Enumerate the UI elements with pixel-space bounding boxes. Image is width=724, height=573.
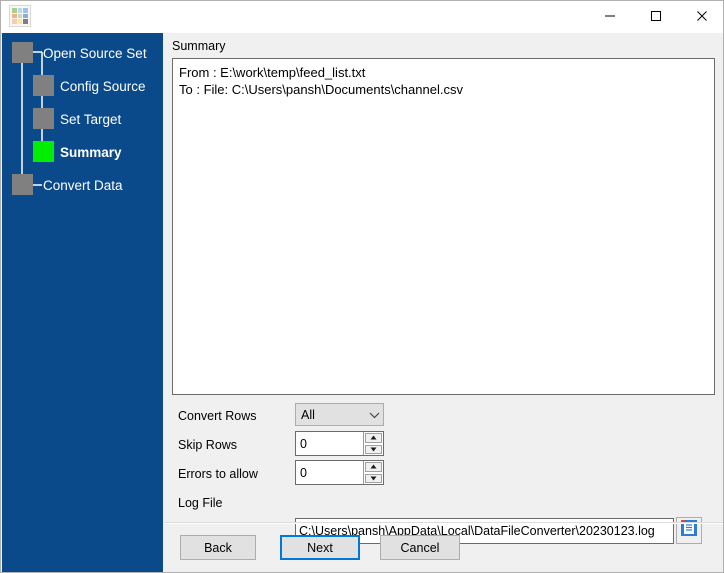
app-icon: [9, 5, 31, 27]
step-node-1: [33, 75, 54, 96]
errors-to-allow-label: Errors to allow: [178, 467, 258, 481]
spin-up-icon[interactable]: [365, 462, 382, 472]
sidebar-item-set-target[interactable]: Set Target: [60, 113, 121, 127]
maximize-icon[interactable]: [633, 1, 679, 31]
convert-rows-select[interactable]: All: [295, 403, 384, 426]
title-bar: [1, 1, 723, 33]
spin-down-icon[interactable]: [365, 444, 382, 454]
summary-line-from: From : E:\work\temp\feed_list.txt: [179, 65, 366, 80]
summary-group-label: Summary: [172, 39, 226, 53]
errors-to-allow-spin-buttons[interactable]: [363, 461, 383, 484]
button-row: Back Next Cancel: [164, 532, 723, 572]
skip-rows-spin-buttons[interactable]: [363, 432, 383, 455]
back-button[interactable]: Back: [180, 535, 256, 560]
errors-to-allow-stepper[interactable]: 0: [295, 460, 384, 485]
sidebar-item-config-source[interactable]: Config Source: [60, 80, 146, 94]
step-node-2: [33, 108, 54, 129]
errors-to-allow-value: 0: [300, 465, 307, 480]
minimize-icon[interactable]: [587, 1, 633, 31]
step-node-4: [12, 174, 33, 195]
next-button[interactable]: Next: [280, 535, 360, 560]
window-controls: [587, 1, 723, 31]
main-panel: Summary From : E:\work\temp\feed_list.tx…: [164, 33, 723, 572]
convert-rows-label: Convert Rows: [178, 409, 257, 423]
skip-rows-label: Skip Rows: [178, 438, 238, 452]
step-node-3: [33, 141, 54, 162]
spin-down-icon[interactable]: [365, 473, 382, 483]
log-file-label: Log File: [178, 496, 223, 510]
wizard-window: Open Source Set Config Source Set Target…: [0, 0, 724, 573]
spin-up-icon[interactable]: [365, 433, 382, 443]
skip-rows-stepper[interactable]: 0: [295, 431, 384, 456]
summary-line-to: To : File: C:\Users\pansh\Documents\chan…: [179, 82, 463, 97]
summary-textarea[interactable]: From : E:\work\temp\feed_list.txt To : F…: [172, 58, 715, 395]
sidebar-item-summary[interactable]: Summary: [60, 146, 122, 160]
sidebar-item-open-source-set[interactable]: Open Source Set: [43, 47, 147, 61]
footer-separator: [164, 522, 723, 524]
close-icon[interactable]: [679, 1, 723, 31]
cancel-button[interactable]: Cancel: [380, 535, 460, 560]
sidebar-item-convert-data[interactable]: Convert Data: [43, 179, 123, 193]
step-node-0: [12, 42, 33, 63]
wizard-steps-sidebar: Open Source Set Config Source Set Target…: [2, 33, 163, 572]
chevron-down-icon: [365, 411, 383, 419]
convert-rows-value: All: [301, 407, 315, 422]
skip-rows-value: 0: [300, 436, 307, 451]
